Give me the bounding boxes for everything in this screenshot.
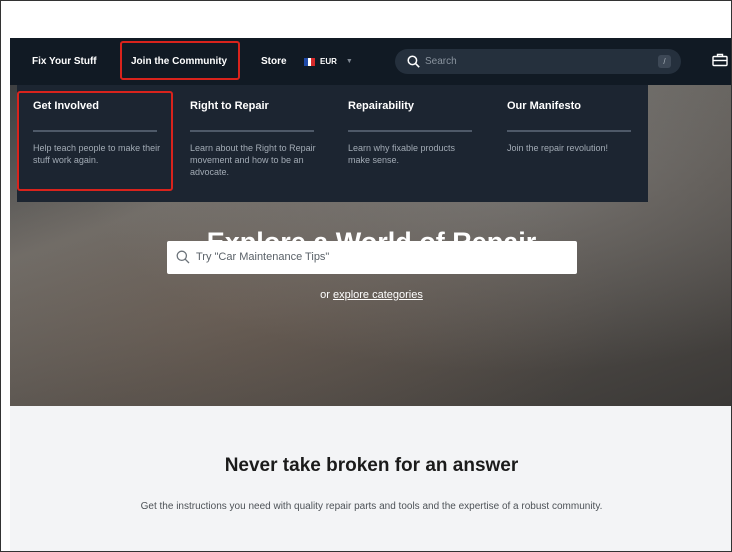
hero-search-placeholder: Try "Car Maintenance Tips" <box>196 251 330 263</box>
community-dropdown-menu: Get Involved Help teach people to make t… <box>17 85 648 202</box>
currency-selector[interactable]: EUR ▼ <box>304 38 353 85</box>
menu-item-description: Learn why fixable products make sense. <box>348 143 456 165</box>
nav-fix-your-stuff[interactable]: Fix Your Stuff <box>32 38 97 85</box>
intro-section: Never take broken for an answer Get the … <box>10 406 731 551</box>
nav-search-input[interactable]: Search / <box>395 49 681 74</box>
menu-item-title: Our Manifesto <box>507 100 581 112</box>
nav-search-placeholder: Search <box>425 56 457 67</box>
section-heading: Never take broken for an answer <box>224 455 519 476</box>
hero-search-input[interactable]: Try "Car Maintenance Tips" <box>167 241 577 274</box>
menu-item-description: Join the repair revolution! <box>507 143 609 153</box>
explore-prefix: or <box>320 289 333 301</box>
menu-item-description: Help teach people to make their stuff wo… <box>33 143 161 165</box>
explore-categories-link[interactable]: explore categories <box>333 289 423 301</box>
page-viewport: Explore a World of Repair Try "Car Maint… <box>10 38 731 551</box>
nav-join-the-community[interactable]: Join the Community <box>131 38 227 85</box>
menu-divider <box>348 130 472 132</box>
chevron-down-icon: ▼ <box>345 58 353 65</box>
menu-divider <box>33 130 157 132</box>
search-icon <box>176 250 190 264</box>
explore-categories: or explore categories <box>10 289 731 301</box>
menu-item-title: Repairability <box>348 100 415 112</box>
menu-divider <box>190 130 314 132</box>
menu-item-title: Get Involved <box>33 100 100 112</box>
search-icon <box>407 55 420 68</box>
search-shortcut-key: / <box>658 55 671 68</box>
currency-label: EUR <box>320 57 337 66</box>
menu-item-description: Learn about the Right to Repair movement… <box>190 143 316 177</box>
section-subheading: Get the instructions you need with quali… <box>140 501 603 512</box>
nav-store[interactable]: Store <box>261 38 287 85</box>
browser-frame: Explore a World of Repair Try "Car Maint… <box>0 0 732 552</box>
france-flag-icon <box>304 57 316 66</box>
top-navbar: Fix Your Stuff Join the Community Store … <box>10 38 731 85</box>
menu-divider <box>507 130 631 132</box>
menu-item-title: Right to Repair <box>190 100 269 112</box>
toolbox-icon[interactable] <box>712 53 728 67</box>
